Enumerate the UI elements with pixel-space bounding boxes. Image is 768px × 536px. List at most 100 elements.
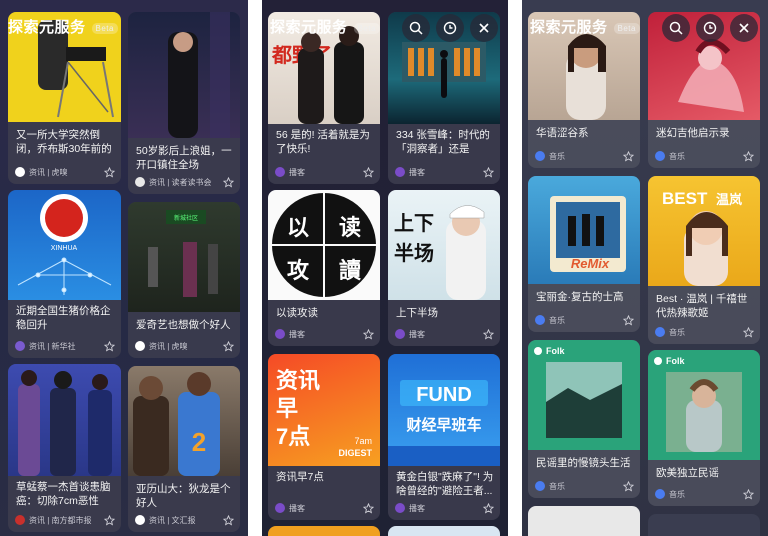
- podcast-cover-image: FUND 财经早班车: [388, 354, 500, 466]
- podcast-title: 56 是的! 活着就是为了快乐!: [276, 129, 370, 155]
- cover-char: 攻: [287, 258, 310, 283]
- podcast-title: 资讯早7点: [276, 471, 324, 483]
- news-card[interactable]: 50岁影后上浪姐，一开口镇住全场 资讯 | 读者读书会: [128, 12, 240, 194]
- podcast-meta: 播客: [275, 502, 374, 514]
- music-card-partial[interactable]: [648, 514, 760, 536]
- close-button[interactable]: [730, 14, 758, 42]
- podcast-card[interactable]: 都野了 56 是的! 活着就是为了快乐! 播客: [268, 12, 380, 184]
- podcast-meta: 播客: [275, 328, 374, 340]
- news-title: 又一所大学突然倒闭，乔布斯30年前的预...: [16, 129, 112, 155]
- music-app-icon: [535, 315, 545, 325]
- news-card[interactable]: 新城社区 爱奇艺也想做个好人 资讯 | 虎嗅: [128, 202, 240, 358]
- news-card[interactable]: 又一所大学突然倒闭，乔布斯30年前的预... 资讯 | 虎嗅: [8, 12, 121, 184]
- podcast-card[interactable]: FUND 财经早班车 黄金白银"跌麻了"! 为啥曾经的"避险王者... 播客: [388, 354, 500, 520]
- music-title: Best · 温岚 | 千禧世代热辣歌姬: [656, 293, 748, 319]
- music-meta: 音乐: [535, 150, 634, 162]
- star-icon[interactable]: [483, 166, 494, 178]
- podcast-meta: 播客: [395, 328, 494, 340]
- star-icon[interactable]: [363, 166, 374, 178]
- podcast-meta: 播客: [275, 166, 374, 178]
- star-icon[interactable]: [743, 150, 754, 162]
- music-card[interactable]: Folk 欧美独立民谣 音乐: [648, 350, 760, 506]
- star-icon[interactable]: [363, 502, 374, 514]
- star-icon[interactable]: [223, 176, 234, 188]
- podcast-card[interactable]: 以 读 攻 讀 以读攻读 播客: [268, 190, 380, 346]
- search-icon: [409, 21, 423, 35]
- page-title: 探索元服务 Beta: [530, 16, 640, 37]
- source-label: 音乐: [669, 489, 685, 499]
- source-icon: [135, 515, 145, 525]
- podcast-card-partial[interactable]: [268, 526, 380, 536]
- star-icon[interactable]: [104, 166, 115, 178]
- history-button[interactable]: [436, 14, 464, 42]
- music-card-partial[interactable]: [528, 506, 640, 536]
- news-cover-image: XINHUA: [8, 190, 121, 300]
- star-icon[interactable]: [623, 480, 634, 492]
- page-title: 探索元服务 Beta: [8, 16, 118, 37]
- podcast-icon: [395, 329, 405, 339]
- star-icon[interactable]: [483, 328, 494, 340]
- music-meta: 音乐: [535, 480, 634, 492]
- star-icon[interactable]: [483, 502, 494, 514]
- news-title: 近期全国生猪价格企稳回升: [16, 305, 111, 331]
- sign-text: 新城社区: [174, 214, 198, 222]
- star-icon[interactable]: [104, 514, 115, 526]
- music-app-icon: [655, 489, 665, 499]
- star-icon[interactable]: [743, 326, 754, 338]
- search-button[interactable]: [402, 14, 430, 42]
- music-cover-image: ReMix: [528, 176, 640, 284]
- star-icon[interactable]: [743, 488, 754, 500]
- source-label: 资讯 | 读者读书会: [149, 177, 212, 187]
- cover-subtitle: 7am: [354, 436, 372, 446]
- beta-badge: Beta: [91, 22, 118, 34]
- podcast-card[interactable]: 上下 半场 上下半场 播客: [388, 190, 500, 346]
- news-cover-image: 新城社区: [128, 202, 240, 312]
- source-label: 播客: [409, 503, 425, 513]
- source-icon: [15, 341, 25, 351]
- podcast-icon: [395, 503, 405, 513]
- podcast-title: 以读攻读: [276, 307, 318, 319]
- genre-tag: Folk: [546, 346, 565, 356]
- history-button[interactable]: [696, 14, 724, 42]
- podcast-title: 334 张雪峰：时代的「洞察者」还是「加...: [396, 129, 490, 155]
- source-label: 播客: [289, 503, 305, 513]
- star-icon[interactable]: [223, 514, 234, 526]
- news-title: 草蜢蔡一杰首谈患脑癌：切除7cm恶性肿...: [16, 481, 111, 507]
- close-button[interactable]: [470, 14, 498, 42]
- music-title: 华语涩谷系: [536, 127, 589, 139]
- music-card[interactable]: ReMix 宝丽金·复古的士高 音乐: [528, 176, 640, 332]
- music-card[interactable]: BEST 温岚 Best · 温岚 | 千禧世代热辣歌姬 音乐: [648, 176, 760, 344]
- source-icon: [15, 515, 25, 525]
- news-card[interactable]: 2 亚历山大：狄龙是个好人 资讯 | 文汇报: [128, 366, 240, 532]
- news-cover-image: [8, 364, 121, 476]
- cover-title: 半场: [394, 241, 434, 265]
- star-icon[interactable]: [623, 314, 634, 326]
- news-meta: 资讯 | 虎嗅: [135, 340, 234, 352]
- cover-title: 资讯: [276, 368, 320, 393]
- star-icon[interactable]: [623, 150, 634, 162]
- podcast-card-partial[interactable]: [388, 526, 500, 536]
- close-icon: [739, 23, 749, 33]
- search-button[interactable]: [662, 14, 690, 42]
- news-card[interactable]: 草蜢蔡一杰首谈患脑癌：切除7cm恶性肿... 资讯 | 南方都市报: [8, 364, 121, 532]
- podcast-card[interactable]: 资讯 早 7点 7am DIGEST 资讯早7点 播客: [268, 354, 380, 520]
- music-card[interactable]: Folk 民谣里的慢镜头生活 音乐: [528, 340, 640, 498]
- music-meta: 音乐: [655, 150, 754, 162]
- star-icon[interactable]: [104, 340, 115, 352]
- news-meta: 资讯 | 读者读书会: [135, 176, 234, 188]
- source-label: 资讯 | 南方都市报: [29, 515, 92, 525]
- cover-title: ReMix: [571, 256, 610, 271]
- source-label: 音乐: [669, 327, 685, 337]
- news-meta: 资讯 | 文汇报: [135, 514, 234, 526]
- podcast-icon: [275, 503, 285, 513]
- star-icon[interactable]: [223, 340, 234, 352]
- beta-badge: Beta: [353, 22, 380, 34]
- star-icon[interactable]: [363, 328, 374, 340]
- podcast-title: 黄金白银"跌麻了"! 为啥曾经的"避险王者...: [396, 471, 494, 497]
- podcast-meta: 播客: [395, 166, 494, 178]
- news-card[interactable]: XINHUA 近期全国生猪价格企稳回升 资讯 | 新华社: [8, 190, 121, 358]
- music-meta: 音乐: [535, 314, 634, 326]
- source-label: 资讯 | 虎嗅: [149, 341, 188, 351]
- music-app-icon: [655, 151, 665, 161]
- cover-title: 财经早班车: [406, 416, 481, 434]
